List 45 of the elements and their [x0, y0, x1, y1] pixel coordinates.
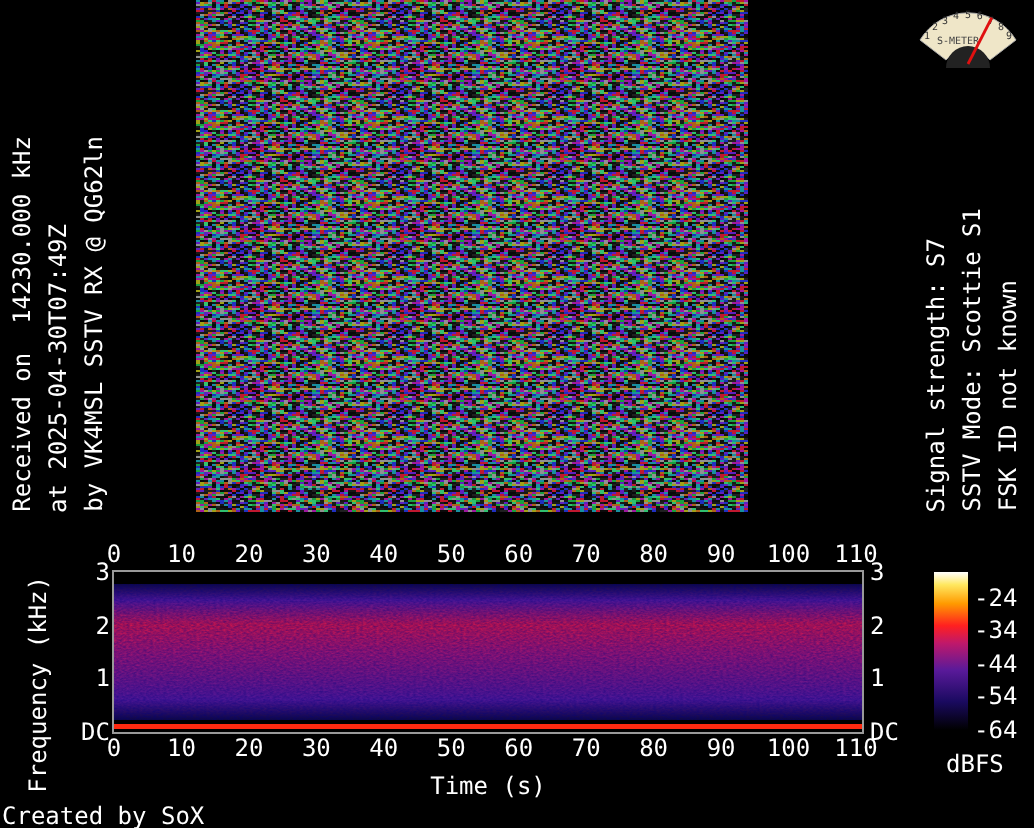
axis-tick-label: 70 [571, 736, 601, 760]
axis-tick-label: 0 [106, 542, 122, 566]
axis-tick-label: DC [81, 720, 110, 744]
axis-tick-label: 50 [436, 736, 466, 760]
colorbar-tick-label: -64 [974, 718, 1018, 742]
axis-tick-label: 70 [571, 542, 601, 566]
colorbar-tick-label: -54 [974, 684, 1018, 709]
axis-tick-label: 100 [766, 736, 811, 760]
axis-tick-label: 3 [870, 560, 885, 584]
axis-tick-label: 30 [301, 542, 331, 566]
colorbar-unit: dBFS [946, 750, 1006, 778]
caption-text: by VK4MSL SSTV RX @ QG62ln [80, 136, 108, 512]
axis-tick-label: 90 [706, 542, 736, 566]
colorbar-tick-label: -24 [974, 585, 1018, 610]
axis-label: Time (s) [430, 772, 546, 800]
axis-tick-label: 60 [504, 736, 534, 760]
caption-text: at 2025-04-30T07:49Z [44, 223, 72, 512]
axis-tick-label: 10 [167, 736, 196, 760]
axis-tick-label: 20 [234, 542, 264, 566]
axis-tick-label: 2 [95, 613, 110, 638]
colorbar-tick-label: -34 [974, 618, 1018, 643]
axis-tick-label: 30 [301, 736, 331, 760]
axis-tick-label: DC [870, 720, 899, 744]
axis-tick-label: 60 [504, 542, 534, 566]
axis-tick-label: 20 [234, 736, 264, 760]
axis-tick-label: 100 [766, 542, 811, 566]
caption-text: Received on 14230.000 kHz [8, 136, 36, 512]
axis-tick-label: 110 [834, 542, 878, 566]
axis-tick-label: 3 [95, 560, 110, 584]
axis-tick-label: 0 [106, 736, 122, 760]
colorbar-tick-label: -44 [974, 651, 1018, 676]
axis-tick-label: 1 [870, 666, 885, 691]
status-text: Signal strength: S7 [922, 237, 950, 512]
axis-tick-label: 80 [639, 736, 669, 760]
axis-tick-label: 50 [436, 542, 466, 566]
axis-label: Frequency (kHz) [24, 575, 52, 793]
axis-tick-label: 2 [870, 613, 885, 638]
status-text: FSK ID not known [994, 280, 1022, 512]
axis-tick-label: 80 [639, 542, 669, 566]
axis-tick-label: 10 [167, 542, 196, 566]
axis-tick-label: 1 [95, 666, 110, 691]
axis-tick-label: 40 [369, 736, 399, 760]
axis-tick-label: 40 [369, 542, 399, 566]
axis-tick-label: 90 [706, 736, 736, 760]
status-text: SSTV Mode: Scottie S1 [958, 208, 986, 512]
